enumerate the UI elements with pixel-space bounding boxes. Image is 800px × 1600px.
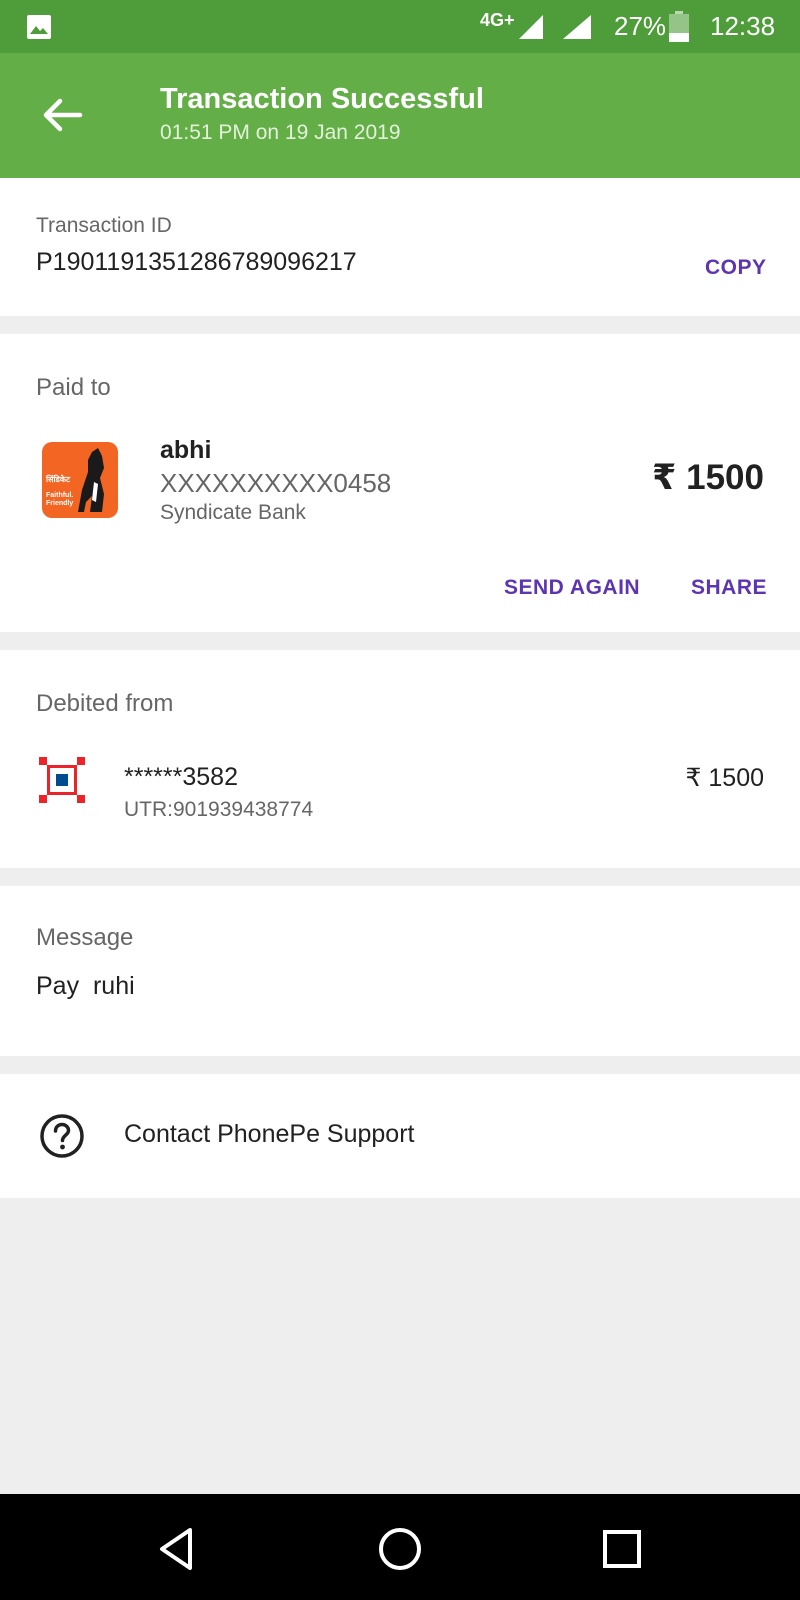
transaction-id-label: Transaction ID [36,214,172,237]
utr-number: UTR:901939438774 [124,798,314,821]
status-bar: 4G+ 27% 12:38 [0,0,800,53]
gallery-notification-icon [27,15,51,39]
paid-to-card: Paid to सिंडिकेट Faithful. Friendly abhi… [0,334,800,632]
share-button[interactable]: SHARE [691,576,767,600]
payee-name: abhi [160,436,212,464]
payee-account: XXXXXXXXXX0458 [160,468,392,498]
paid-amount: ₹ 1500 [652,458,764,497]
message-card: Message Pay ruhi [0,886,800,1056]
transaction-datetime: 01:51 PM on 19 Jan 2019 [160,121,401,144]
contact-support-label: Contact PhonePe Support [124,1120,415,1148]
transaction-id-value: P1901191351286789096217 [36,248,357,276]
send-again-button[interactable]: SEND AGAIN [504,576,640,600]
nav-home-icon[interactable] [375,1524,425,1574]
message-text: Pay ruhi [36,972,135,1000]
hdfc-bank-logo [39,757,85,803]
logo-text-hindi: सिंडिकेट [46,475,71,484]
contact-support-row[interactable]: Contact PhonePe Support [0,1074,800,1198]
system-nav-bar [0,1494,800,1600]
nav-back-icon[interactable] [152,1524,202,1574]
debited-amount: ₹ 1500 [685,764,764,792]
clock: 12:38 [710,11,776,41]
payee-bank: Syndicate Bank [160,501,306,524]
battery-icon [669,11,689,42]
app-bar: Transaction Successful 01:51 PM on 19 Ja… [0,53,800,178]
message-label: Message [36,924,134,951]
transaction-id-card: Transaction ID P1901191351286789096217 C… [0,178,800,316]
signal-icon-2 [563,15,591,39]
paid-to-label: Paid to [36,374,111,401]
page-title: Transaction Successful [160,83,484,115]
syndicate-bank-logo: सिंडिकेट Faithful. Friendly [42,442,118,518]
logo-text-tagline: Faithful. Friendly [46,492,74,507]
help-circle-icon [40,1114,84,1158]
debit-account-number: ******3582 [124,763,238,791]
battery-percent: 27% [614,11,667,41]
copy-button[interactable]: COPY [705,256,767,280]
debited-from-label: Debited from [36,690,174,717]
debited-from-card: Debited from ******3582 UTR:901939438774… [0,650,800,868]
network-type-label: 4G+ [480,10,515,30]
back-arrow-icon[interactable] [36,89,88,141]
nav-recents-icon[interactable] [597,1524,647,1574]
signal-icon [519,15,543,39]
